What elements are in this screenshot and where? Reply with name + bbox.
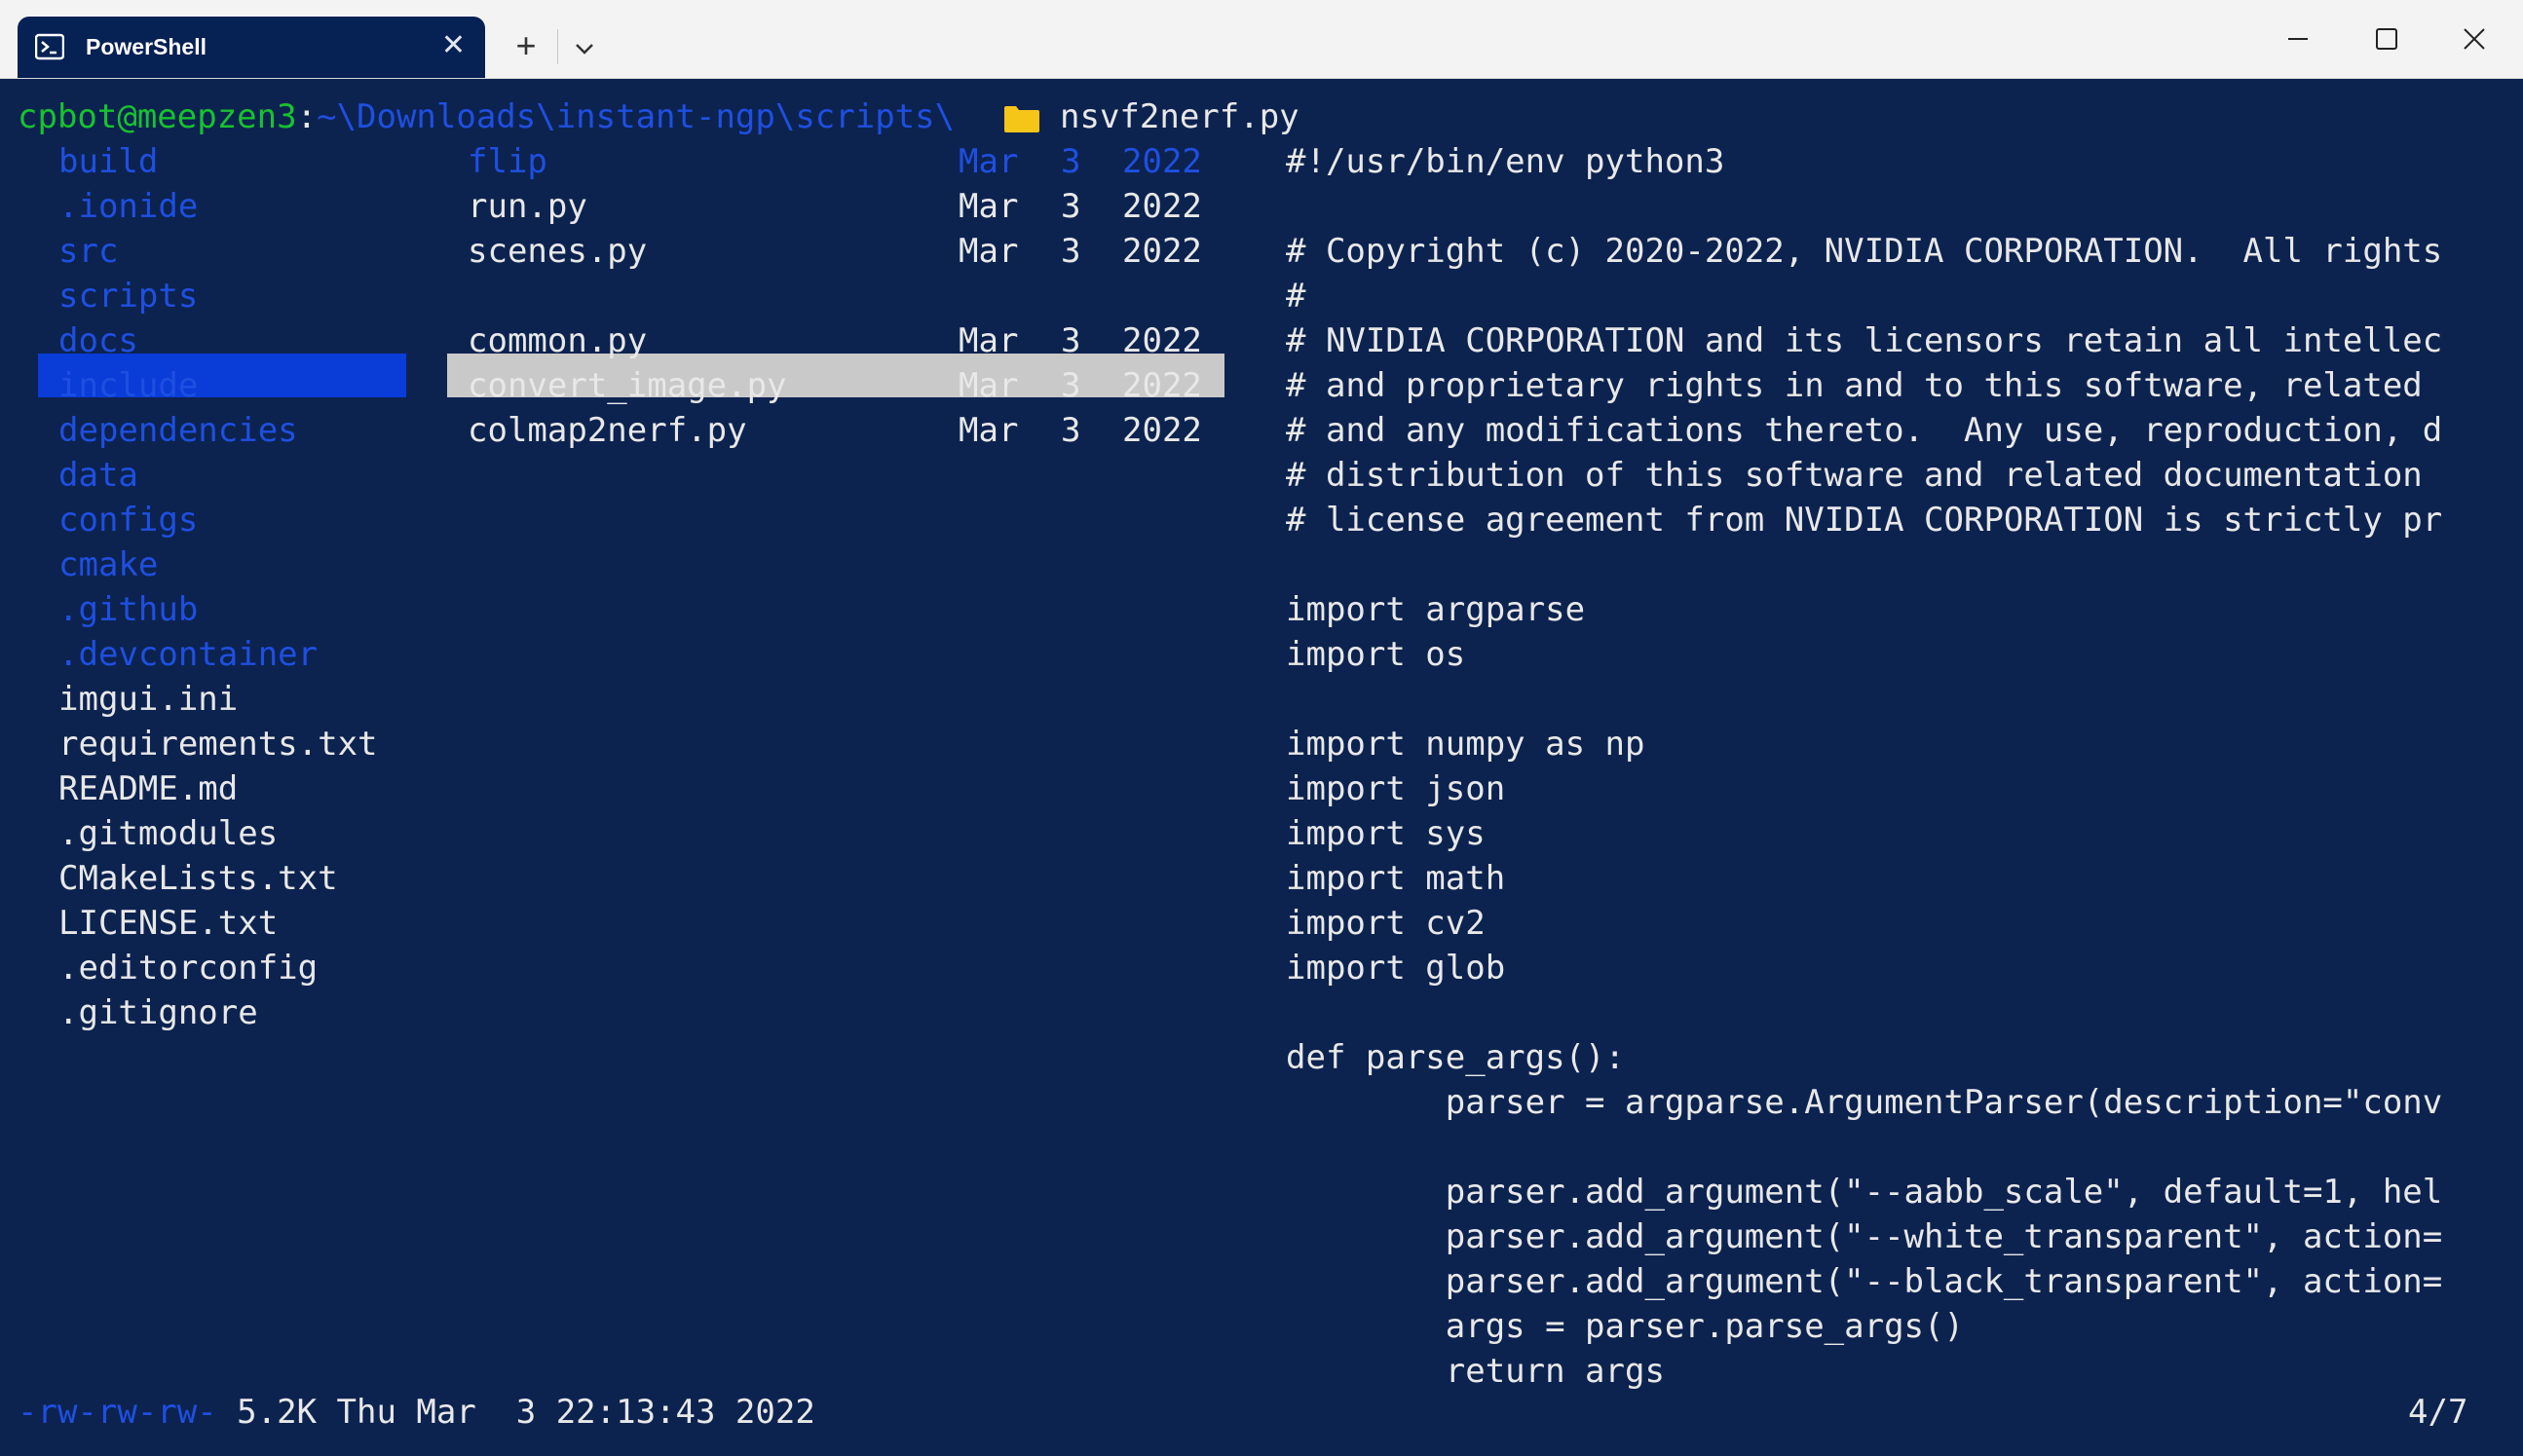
left-pane-item[interactable]: .devcontainer (58, 632, 318, 677)
middle-pane-item[interactable]: common.py (468, 318, 647, 363)
item-day: 3 (1061, 142, 1081, 181)
prompt-user-host: cpbot@meepzen3 (18, 97, 297, 136)
preview-line: # NVIDIA CORPORATION and its licensors r… (1286, 321, 2443, 360)
item-month: Mar (959, 232, 1019, 271)
middle-pane-item[interactable]: colmap2nerf.py (468, 408, 747, 453)
prompt-colon: : (296, 97, 318, 136)
left-pane-item[interactable]: .ionide (58, 184, 198, 229)
item-year: 2022 (1122, 277, 1202, 316)
left-pane-item[interactable]: .gitignore (58, 990, 258, 1035)
item-day: 3 (1061, 232, 1081, 271)
middle-pane-item[interactable]: flip (468, 139, 547, 184)
item-day: 3 (1061, 277, 1081, 316)
powershell-icon (34, 32, 65, 61)
left-pane-item[interactable]: .github (58, 587, 198, 632)
left-pane-item[interactable]: configs (58, 498, 198, 542)
preview-line: import sys (1286, 814, 1486, 853)
preview-line: return args (1286, 1352, 1665, 1391)
left-pane-item[interactable]: cmake (58, 542, 158, 587)
preview-line: parser.add_argument("--black_transparent… (1286, 1262, 2443, 1301)
left-pane-item[interactable]: LICENSE.txt (58, 901, 278, 946)
preview-line: import argparse (1286, 590, 1586, 629)
middle-pane-item[interactable]: scenes.py (468, 229, 647, 274)
left-pane-item[interactable]: docs (58, 318, 138, 363)
maximize-icon[interactable] (2352, 10, 2420, 68)
preview-line: import cv2 (1286, 904, 1486, 943)
preview-line: import math (1286, 859, 1506, 898)
left-pane-item[interactable]: scripts (58, 274, 198, 318)
left-pane-item[interactable]: .gitmodules (58, 811, 278, 856)
preview-line: # distribution of this software and rela… (1286, 456, 2423, 495)
middle-pane-item[interactable]: nsvf2nerf.py (468, 274, 707, 318)
item-month: Mar (959, 142, 1019, 181)
middle-pane-item[interactable]: convert_image.py (468, 363, 787, 408)
minimize-icon[interactable] (2264, 10, 2332, 68)
tab-separator (557, 29, 558, 64)
status-permissions: -rw-rw-rw- (18, 1393, 217, 1432)
left-pane-item[interactable]: include (58, 363, 198, 408)
preview-line: parser.add_argument("--aabb_scale", defa… (1286, 1173, 2443, 1212)
left-pane-item[interactable]: dependencies (58, 408, 298, 453)
item-year: 2022 (1122, 142, 1202, 181)
status-info: 5.2K Thu Mar 3 22:13:43 2022 (216, 1393, 815, 1432)
folder-icon (1003, 104, 1040, 133)
chevron-down-icon[interactable] (565, 23, 604, 72)
preview-line: # (1286, 277, 1306, 316)
item-month: Mar (959, 321, 1019, 360)
preview-line: args = parser.parse_args() (1286, 1307, 1964, 1346)
left-pane-item[interactable]: requirements.txt (58, 722, 378, 766)
left-pane-item[interactable]: README.md (58, 766, 238, 811)
item-year: 2022 (1122, 321, 1202, 360)
title-bar: PowerShell ✕ + (0, 0, 2523, 79)
item-day: 3 (1061, 411, 1081, 450)
item-month: Mar (959, 277, 1019, 316)
tab-powershell[interactable]: PowerShell ✕ (18, 17, 485, 78)
item-day: 3 (1061, 366, 1081, 405)
preview-line: import os (1286, 635, 1466, 674)
new-tab-button[interactable]: + (505, 21, 547, 70)
preview-line: # and proprietary rights in and to this … (1286, 366, 2423, 405)
preview-line: # Copyright (c) 2020-2022, NVIDIA CORPOR… (1286, 232, 2443, 271)
left-pane-item[interactable]: data (58, 453, 138, 498)
tab-title: PowerShell (86, 34, 207, 59)
status-position: 4/7 (2408, 1393, 2468, 1432)
middle-pane-item[interactable]: run.py (468, 184, 587, 229)
preview-line: import numpy as np (1286, 725, 1645, 764)
prompt-path: ~\Downloads\instant-ngp\scripts\ (317, 97, 956, 136)
preview-line: parser = argparse.ArgumentParser(descrip… (1286, 1083, 2443, 1122)
item-month: Mar (959, 187, 1019, 226)
prompt-file: nsvf2nerf.py (1060, 97, 1299, 136)
preview-line: # license agreement from NVIDIA CORPORAT… (1286, 501, 2443, 540)
left-pane-item[interactable]: imgui.ini (58, 677, 238, 722)
tab-close-button[interactable]: ✕ (441, 30, 466, 61)
status-line: -rw-rw-rw- 5.2K Thu Mar 3 22:13:43 2022 (18, 1390, 815, 1435)
close-icon[interactable] (2441, 10, 2509, 68)
preview-line: import json (1286, 769, 1506, 808)
preview-line: import glob (1286, 949, 1506, 988)
terminal-area[interactable]: cpbot@meepzen3:~\Downloads\instant-ngp\s… (0, 79, 2523, 1456)
preview-line: # and any modifications thereto. Any use… (1286, 411, 2443, 450)
item-year: 2022 (1122, 411, 1202, 450)
item-year: 2022 (1122, 366, 1202, 405)
item-year: 2022 (1122, 232, 1202, 271)
item-day: 3 (1061, 321, 1081, 360)
left-pane-item[interactable]: build (58, 139, 158, 184)
item-year: 2022 (1122, 187, 1202, 226)
preview-line: def parse_args(): (1286, 1038, 1625, 1077)
item-month: Mar (959, 411, 1019, 450)
preview-line: parser.add_argument("--white_transparent… (1286, 1217, 2443, 1256)
item-month: Mar (959, 366, 1019, 405)
left-pane-item[interactable]: .editorconfig (58, 946, 318, 990)
prompt-line: cpbot@meepzen3:~\Downloads\instant-ngp\s… (18, 94, 955, 139)
item-day: 3 (1061, 187, 1081, 226)
preview-line: #!/usr/bin/env python3 (1286, 142, 1725, 181)
left-pane-item[interactable]: CMakeLists.txt (58, 856, 338, 901)
left-pane-item[interactable]: src (58, 229, 118, 274)
